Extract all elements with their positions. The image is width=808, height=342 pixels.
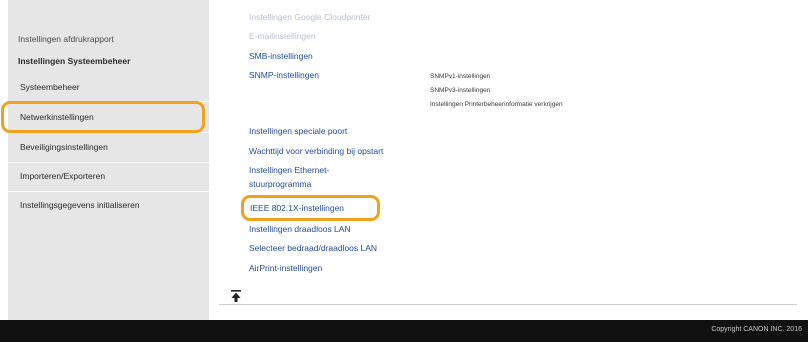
link-ethernet-driver-settings-cont[interactable]: stuurprogramma: [249, 179, 311, 189]
link-startup-wait-time[interactable]: Wachttijd voor verbinding bij opstart: [249, 146, 383, 156]
footer: Copyright CANON INC. 2016: [0, 320, 808, 342]
link-select-wired-wireless-lan[interactable]: Selecteer bedraad/draadloos LAN: [249, 243, 377, 253]
sidebar-item-initialize-settings[interactable]: Instellingsgegevens initialiseren: [8, 190, 209, 220]
sidebar-item-import-export[interactable]: Importeren/Exporteren: [8, 161, 209, 191]
main-content: Instellingen Google Cloudprinter E-maili…: [209, 0, 808, 320]
sidebar-item-label: Systeembeheer: [20, 82, 80, 92]
sublink-snmpv1-settings[interactable]: SNMPv1-instellingen: [430, 73, 490, 80]
sidebar-item-network-settings[interactable]: Netwerkinstellingen: [8, 102, 209, 132]
sublink-snmpv3-settings[interactable]: SNMPv3-instellingen: [430, 87, 490, 94]
back-to-top-icon[interactable]: [231, 290, 241, 302]
content-divider: [219, 304, 797, 305]
copyright-text: Copyright CANON INC. 2016: [711, 326, 802, 333]
link-ieee-8021x-settings[interactable]: IEEE 802.1X-instellingen: [250, 203, 344, 213]
link-snmp-settings[interactable]: SNMP-instellingen: [249, 70, 319, 80]
link-google-cloud-print-settings[interactable]: Instellingen Google Cloudprinter: [249, 12, 370, 22]
link-ethernet-driver-settings[interactable]: Instellingen Ethernet-: [249, 165, 329, 175]
sidebar-item-partial[interactable]: [8, 0, 209, 20]
link-special-port-settings[interactable]: Instellingen speciale poort: [249, 126, 347, 136]
sublink-printer-management-info[interactable]: Instellingen Printerbeheerinformatie ver…: [430, 101, 563, 108]
link-smb-settings[interactable]: SMB-instellingen: [249, 51, 313, 61]
sidebar-section-label: Instellingen Systeembeheer: [18, 56, 131, 66]
sidebar-item-system-management[interactable]: Systeembeheer: [8, 72, 209, 102]
sidebar-item-label: Instellingen afdrukrapport: [18, 34, 114, 44]
sidebar-item-label: [18, 0, 20, 10]
sidebar-item-label: Importeren/Exporteren: [20, 171, 106, 181]
sidebar-item-security-settings[interactable]: Beveiligingsinstellingen: [8, 132, 209, 162]
sidebar-item-label: Beveiligingsinstellingen: [20, 142, 108, 152]
link-email-settings[interactable]: E-mailinstellingen: [249, 31, 316, 41]
link-wireless-lan-settings[interactable]: Instellingen draadloos LAN: [249, 224, 351, 234]
sidebar-item-label: Instellingsgegevens initialiseren: [20, 200, 140, 210]
sidebar-item-label: Netwerkinstellingen: [20, 112, 94, 122]
sidebar: Instellingen afdrukrapport Instellingen …: [8, 0, 209, 320]
link-airprint-settings[interactable]: AirPrint-instellingen: [249, 263, 322, 273]
